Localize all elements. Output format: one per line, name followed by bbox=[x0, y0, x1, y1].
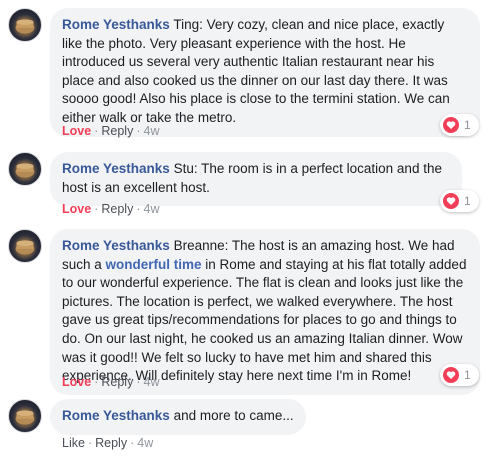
comment-author[interactable]: Rome Yesthanks bbox=[62, 408, 170, 423]
separator: · bbox=[87, 436, 93, 450]
highlighted-link[interactable]: wonderful time bbox=[106, 257, 202, 272]
comment-text: in Rome and staying at his flat totally … bbox=[62, 256, 467, 384]
comment-text: and more to came... bbox=[169, 408, 294, 423]
reaction-count: 1 bbox=[464, 368, 471, 382]
comment-actions: Love · Reply · 4w bbox=[62, 202, 159, 216]
timestamp[interactable]: 4w bbox=[144, 202, 160, 216]
separator: · bbox=[136, 202, 141, 216]
reaction-count: 1 bbox=[464, 194, 471, 208]
separator: · bbox=[136, 375, 141, 389]
comment-text: Ting: Very cozy, clean and nice place, e… bbox=[62, 17, 450, 125]
comment-actions: Love · Reply · 4w bbox=[62, 375, 159, 389]
colosseum-icon bbox=[15, 410, 35, 425]
reply-button[interactable]: Reply bbox=[101, 202, 133, 216]
comment-bubble: Rome Yesthanks Stu: The room is in a per… bbox=[50, 152, 462, 207]
heart-icon bbox=[443, 367, 459, 383]
reaction-count-badge[interactable]: 1 bbox=[440, 114, 479, 136]
comment-author[interactable]: Rome Yesthanks bbox=[62, 238, 170, 253]
love-button[interactable]: Love bbox=[62, 124, 91, 138]
avatar[interactable] bbox=[8, 8, 42, 42]
reply-button[interactable]: Reply bbox=[101, 375, 133, 389]
love-button[interactable]: Love bbox=[62, 375, 91, 389]
comment-bubble: Rome Yesthanks Breanne: The host is an a… bbox=[50, 229, 480, 395]
avatar[interactable] bbox=[8, 399, 42, 433]
comment-actions: Love · Reply · 4w bbox=[62, 124, 159, 138]
reaction-count-badge[interactable]: 1 bbox=[440, 364, 479, 386]
love-button[interactable]: Love bbox=[62, 202, 91, 216]
separator: · bbox=[130, 436, 135, 450]
timestamp[interactable]: 4w bbox=[144, 375, 160, 389]
avatar[interactable] bbox=[8, 152, 42, 186]
colosseum-icon bbox=[15, 163, 35, 178]
reply-button[interactable]: Reply bbox=[95, 436, 127, 450]
avatar[interactable] bbox=[8, 229, 42, 263]
heart-icon bbox=[443, 193, 459, 209]
separator: · bbox=[94, 124, 99, 138]
reply-button[interactable]: Reply bbox=[101, 124, 133, 138]
separator: · bbox=[94, 375, 99, 389]
comment-actions: Like · Reply · 4w bbox=[62, 436, 153, 450]
separator: · bbox=[94, 202, 99, 216]
reaction-count: 1 bbox=[464, 118, 471, 132]
like-button[interactable]: Like bbox=[62, 436, 85, 450]
colosseum-icon bbox=[15, 240, 35, 255]
colosseum-icon bbox=[15, 19, 35, 34]
heart-icon bbox=[443, 117, 459, 133]
timestamp[interactable]: 4w bbox=[144, 124, 160, 138]
comment-author[interactable]: Rome Yesthanks bbox=[62, 17, 170, 32]
reaction-count-badge[interactable]: 1 bbox=[440, 190, 479, 212]
separator: · bbox=[136, 124, 141, 138]
comment-author[interactable]: Rome Yesthanks bbox=[62, 161, 170, 176]
timestamp[interactable]: 4w bbox=[137, 436, 153, 450]
comment-bubble: Rome Yesthanks Ting: Very cozy, clean an… bbox=[50, 8, 480, 137]
comment-bubble: Rome Yesthanks and more to came... bbox=[50, 399, 306, 435]
